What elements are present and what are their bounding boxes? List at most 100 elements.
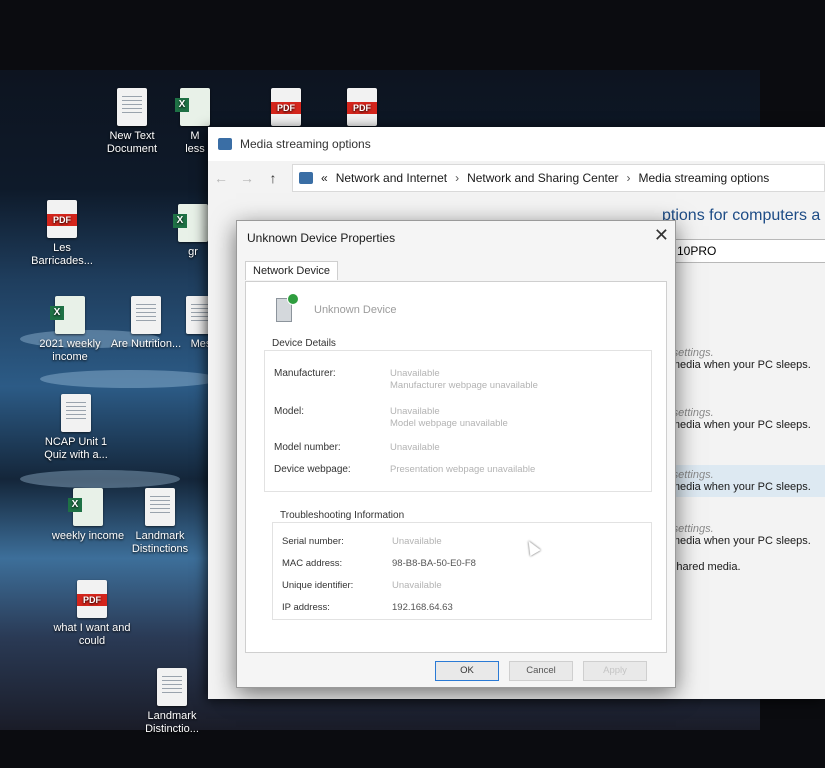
model-webpage-text: Model webpage unavailable xyxy=(390,418,508,429)
device-settings-row-selected[interactable]: ult settings. ur media when your PC slee… xyxy=(658,465,825,497)
mac-address-label: MAC address: xyxy=(282,558,343,569)
serial-number-label: Serial number: xyxy=(282,536,344,547)
desktop-icon-label: M less xyxy=(185,130,205,155)
apply-button[interactable]: Apply xyxy=(583,661,647,681)
default-settings-link[interactable]: ult settings. xyxy=(658,407,825,419)
back-arrow-icon[interactable]: ← xyxy=(208,170,234,186)
desktop-icon-label: NCAP Unit 1 Quiz with a... xyxy=(44,436,108,461)
device-setting-text: ur media when your PC sleeps. xyxy=(658,481,811,493)
pdf-file-icon xyxy=(77,580,107,618)
device-webpage-label: Device webpage: xyxy=(274,464,351,475)
device-settings-row[interactable]: ult settings. ur media when your PC slee… xyxy=(658,523,825,547)
excel-file-icon xyxy=(175,88,210,126)
manufacturer-value-text: Unavailable xyxy=(390,368,440,379)
device-settings-row[interactable]: ult settings. ur media when your PC slee… xyxy=(658,407,825,431)
troubleshooting-label: Troubleshooting Information xyxy=(280,510,405,521)
desktop-icon-label: gr xyxy=(188,246,198,258)
desktop-icon-new-text-document[interactable]: New Text Document xyxy=(92,88,172,156)
default-settings-link[interactable]: ult settings. xyxy=(658,523,825,535)
up-arrow-icon[interactable]: ↑ xyxy=(260,170,286,186)
desktop-icon-les-barricades[interactable]: Les Barricades... xyxy=(22,200,102,268)
manufacturer-value: Unavailable Manufacturer webpage unavail… xyxy=(390,368,538,392)
desktop-icon-label: Les Barricades... xyxy=(31,242,93,267)
text-document-icon xyxy=(117,88,147,126)
pdf-file-icon xyxy=(47,200,77,238)
desktop-icon-pdf-2[interactable] xyxy=(322,88,402,130)
desktop-icon-label: Landmark Distinctions xyxy=(131,530,189,555)
excel-file-icon xyxy=(173,204,208,242)
desktop-icon-weekly-income[interactable]: weekly income xyxy=(48,488,128,543)
device-name: Unknown Device xyxy=(314,304,397,316)
breadcrumb-network-sharing-center[interactable]: Network and Sharing Center xyxy=(467,171,618,185)
dialog-title: Unknown Device Properties xyxy=(247,231,396,245)
desktop-icon-what-i-want[interactable]: what I want and could xyxy=(52,580,132,648)
desktop-icon-ncap-quiz[interactable]: NCAP Unit 1 Quiz with a... xyxy=(36,394,116,462)
device-setting-text: ur media when your PC sleeps. xyxy=(658,419,811,431)
desktop-icon-are-nutrition[interactable]: Are Nutrition... xyxy=(106,296,186,351)
manufacturer-label: Manufacturer: xyxy=(274,368,336,379)
status-ok-icon xyxy=(287,293,299,305)
desktop-icon-gr[interactable]: gr xyxy=(173,204,208,259)
model-value: Unavailable Model webpage unavailable xyxy=(390,406,508,430)
tab-network-device[interactable]: Network Device xyxy=(245,261,339,280)
serial-number-value: Unavailable xyxy=(392,536,442,547)
mac-address-value: 98-B8-BA-50-E0-F8 xyxy=(392,558,476,569)
close-icon[interactable]: ✕ xyxy=(654,225,669,246)
desktop-wave xyxy=(20,470,180,488)
desktop-icon-landmark-distinctions[interactable]: Landmark Distinctions xyxy=(120,488,200,556)
pdf-file-icon xyxy=(271,88,301,126)
desktop-icon-label: Are Nutrition... xyxy=(110,338,182,350)
desktop-icon-2021-weekly-income[interactable]: 2021 weekly income xyxy=(30,296,110,364)
model-value-text: Unavailable xyxy=(390,406,440,417)
breadcrumb-network-and-internet[interactable]: Network and Internet xyxy=(336,171,447,185)
breadcrumb-overflow[interactable]: « xyxy=(321,171,328,185)
default-settings-link[interactable]: ult settings. xyxy=(658,469,825,481)
desktop-icon-pdf-1[interactable] xyxy=(246,88,326,130)
desktop-icon-label: 2021 weekly income xyxy=(39,338,101,363)
device-settings-row[interactable]: ult settings. ur media when your PC slee… xyxy=(658,347,825,371)
navigation-row: ← → ↑ « Network and Internet › Network a… xyxy=(208,161,825,195)
control-panel-icon xyxy=(299,172,313,184)
device-webpage-value: Presentation webpage unavailable xyxy=(390,464,536,475)
window-titlebar[interactable]: Media streaming options xyxy=(208,127,825,161)
unknown-device-properties-dialog: Unknown Device Properties ✕ Network Devi… xyxy=(236,220,676,688)
device-setting-text: ur media when your PC sleeps. xyxy=(658,535,811,547)
desktop-icon-label: Landmark Distinctio... xyxy=(145,710,199,735)
desktop-icon-label: what I want and could xyxy=(53,622,131,647)
address-bar[interactable]: « Network and Internet › Network and Sha… xyxy=(292,164,825,192)
word-document-icon xyxy=(131,296,161,334)
shared-media-text: ur shared media. xyxy=(658,561,741,573)
library-name-input[interactable]: 10PRO xyxy=(670,239,825,263)
breadcrumb-separator-icon: › xyxy=(455,171,460,185)
pdf-file-icon xyxy=(347,88,377,126)
breadcrumb-media-streaming-options[interactable]: Media streaming options xyxy=(639,171,770,185)
media-options-heading: ptions for computers a xyxy=(662,207,821,224)
document-icon xyxy=(145,488,175,526)
tab-panel: Unknown Device Device Details Manufactur… xyxy=(245,281,667,653)
media-streaming-app-icon xyxy=(218,138,232,150)
forward-arrow-icon[interactable]: → xyxy=(234,170,260,186)
ok-button[interactable]: OK xyxy=(435,661,499,681)
breadcrumb-separator-icon: › xyxy=(626,171,631,185)
document-icon xyxy=(157,668,187,706)
ip-address-value: 192.168.64.63 xyxy=(392,602,453,613)
unique-identifier-value: Unavailable xyxy=(392,580,442,591)
model-number-label: Model number: xyxy=(274,442,341,453)
excel-file-icon xyxy=(68,488,103,526)
model-label: Model: xyxy=(274,406,305,417)
desktop-icon-label: weekly income xyxy=(51,530,125,542)
desktop-icon-landmark-distinctio[interactable]: Landmark Distinctio... xyxy=(132,668,212,736)
model-number-value: Unavailable xyxy=(390,442,440,453)
manufacturer-webpage-text: Manufacturer webpage unavailable xyxy=(390,380,538,391)
default-settings-link[interactable]: ult settings. xyxy=(658,347,825,359)
network-device-icon xyxy=(276,293,299,322)
cancel-button[interactable]: Cancel xyxy=(509,661,573,681)
word-document-icon xyxy=(61,394,91,432)
unique-identifier-label: Unique identifier: xyxy=(282,580,354,591)
desktop-wave xyxy=(40,370,220,388)
excel-file-icon xyxy=(50,296,85,334)
window-title: Media streaming options xyxy=(240,137,371,151)
shared-media-row: ur shared media. xyxy=(658,561,825,573)
device-setting-text: ur media when your PC sleeps. xyxy=(658,359,811,371)
device-details-label: Device Details xyxy=(272,338,336,349)
